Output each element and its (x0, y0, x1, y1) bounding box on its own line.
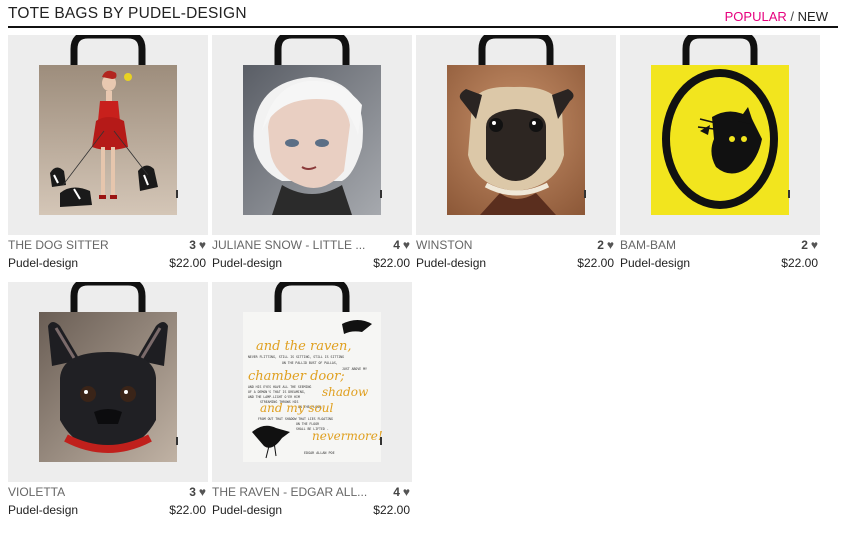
tote-bag-image (39, 35, 178, 215)
product-card: THE DOG SITTER 3 ♥ Pudel-design $22.00 (8, 35, 208, 275)
tote-bag-image (243, 35, 382, 215)
tote-bag-image (651, 35, 790, 215)
poem-line-2: chamber door; (248, 369, 345, 384)
product-price: $22.00 (373, 256, 410, 270)
tote-bag-image (447, 35, 586, 215)
product-card: and the raven, NEVER FLITTING, STILL IS … (212, 282, 412, 522)
like-count: 4 (393, 238, 400, 252)
product-price: $22.00 (577, 256, 614, 270)
page-header: TOTE BAGS BY PUDEL-DESIGN POPULAR / NEW (8, 4, 838, 28)
artist-link[interactable]: Pudel-design (8, 503, 78, 517)
like-count: 2 (801, 238, 808, 252)
heart-icon: ♥ (402, 485, 410, 499)
sort-separator: / (790, 9, 795, 24)
poem-small-10: ON THE FLOOR (296, 422, 319, 426)
like-button[interactable]: 2 ♥ (801, 238, 818, 252)
product-card: BAM-BAM 2 ♥ Pudel-design $22.00 (620, 35, 820, 275)
product-name[interactable]: THE DOG SITTER (8, 238, 178, 252)
artist-link[interactable]: Pudel-design (8, 256, 78, 270)
page-title: TOTE BAGS BY PUDEL-DESIGN (8, 5, 247, 22)
product-thumbnail-dog-sitter[interactable] (8, 35, 208, 235)
product-thumbnail-the-raven[interactable]: and the raven, NEVER FLITTING, STILL IS … (212, 282, 412, 482)
heart-icon: ♥ (810, 238, 818, 252)
poem-small-6: AND THE LAMP-LIGHT O'ER HIM (248, 395, 300, 399)
poem-small-1: NEVER FLITTING, STILL IS SITTING, STILL … (248, 355, 344, 359)
poem-line-3: shadow (322, 385, 369, 399)
like-button[interactable]: 3 ♥ (189, 485, 206, 499)
like-button[interactable]: 4 ♥ (393, 485, 410, 499)
artist-link[interactable]: Pudel-design (416, 256, 486, 270)
product-price: $22.00 (781, 256, 818, 270)
product-name[interactable]: BAM-BAM (620, 238, 790, 252)
like-button[interactable]: 4 ♥ (393, 238, 410, 252)
heart-icon: ♥ (606, 238, 614, 252)
like-count: 4 (393, 485, 400, 499)
product-card: VIOLETTA 3 ♥ Pudel-design $22.00 (8, 282, 208, 522)
product-price: $22.00 (169, 256, 206, 270)
heart-icon: ♥ (198, 238, 206, 252)
product-name[interactable]: VIOLETTA (8, 485, 178, 499)
product-thumbnail-winston[interactable] (416, 35, 616, 235)
like-count: 3 (189, 485, 196, 499)
poem-small-9: FROM OUT THAT SHADOW THAT LIES FLOATING (258, 417, 333, 421)
poem-small-3: JUST ABOVE MY (342, 367, 367, 371)
product-name[interactable]: THE RAVEN - EDGAR ALL... (212, 485, 382, 499)
poem-small-4: AND HIS EYES HAVE ALL THE SEEMING (248, 385, 311, 389)
product-name[interactable]: JULIANE SNOW - LITTLE ... (212, 238, 382, 252)
like-button[interactable]: 3 ♥ (189, 238, 206, 252)
like-button[interactable]: 2 ♥ (597, 238, 614, 252)
poem-line-4: and my soul (260, 401, 333, 415)
artist-link[interactable]: Pudel-design (212, 503, 282, 517)
heart-icon: ♥ (402, 238, 410, 252)
artist-link[interactable]: Pudel-design (212, 256, 282, 270)
like-count: 2 (597, 238, 604, 252)
product-card: WINSTON 2 ♥ Pudel-design $22.00 (416, 35, 616, 275)
product-name[interactable]: WINSTON (416, 238, 586, 252)
product-thumbnail-bam-bam[interactable] (620, 35, 820, 235)
artist-link[interactable]: Pudel-design (620, 256, 690, 270)
sort-new-link[interactable]: NEW (798, 9, 828, 24)
sort-toggle: POPULAR / NEW (725, 9, 828, 24)
product-price: $22.00 (169, 503, 206, 517)
sort-popular-link[interactable]: POPULAR (725, 9, 787, 24)
like-count: 3 (189, 238, 196, 252)
poem-small-5: OF A DEMON'S THAT IS DREAMING, (248, 390, 306, 394)
product-price: $22.00 (373, 503, 410, 517)
poem-line-1: and the raven, (256, 339, 352, 354)
product-thumbnail-violetta[interactable] (8, 282, 208, 482)
product-thumbnail-juliane-snow[interactable] (212, 35, 412, 235)
product-card: JULIANE SNOW - LITTLE ... 4 ♥ Pudel-desig… (212, 35, 412, 275)
poem-author: EDGAR ALLAN POE (304, 451, 335, 455)
tote-bag-image: and the raven, NEVER FLITTING, STILL IS … (243, 282, 383, 462)
tote-bag-image (39, 282, 178, 462)
heart-icon: ♥ (198, 485, 206, 499)
poem-line-5: nevermore! (312, 429, 383, 443)
poem-small-2: ON THE PALLID BUST OF PALLAS, (282, 361, 338, 365)
